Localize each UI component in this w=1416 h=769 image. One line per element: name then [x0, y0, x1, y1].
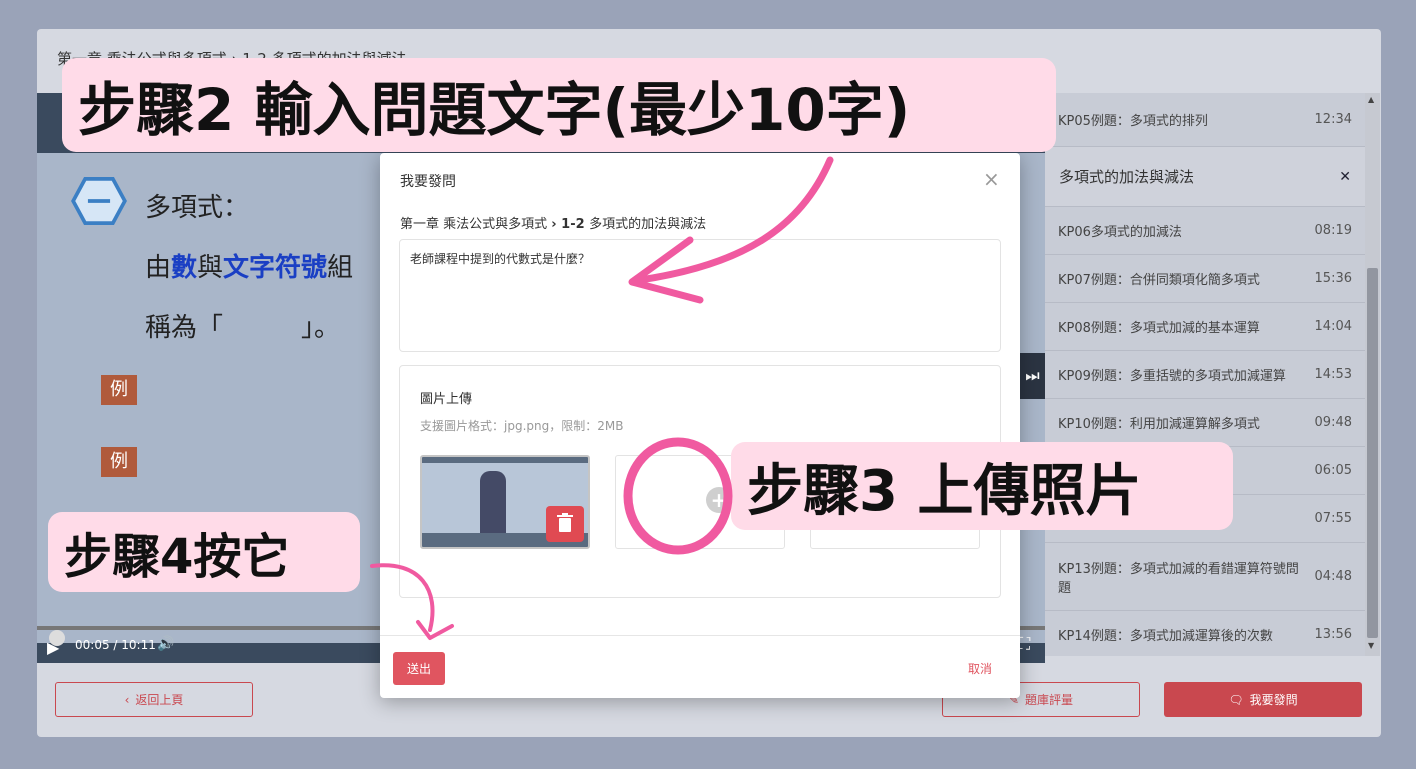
delete-image-button[interactable] [546, 506, 584, 542]
list-item-title: KP13例題：多項式加減的看錯運算符號問題 [1058, 561, 1299, 596]
list-item-duration: 07:55 [1314, 511, 1352, 526]
list-item-title: KP06多項式的加減法 [1058, 225, 1182, 240]
close-icon[interactable]: ✕ [1339, 169, 1351, 185]
section-title: 多項式的加法與減法 [1059, 168, 1195, 186]
upload-title: 圖片上傳 [420, 392, 473, 407]
annotation-step-4: 步驟4按它 [48, 512, 360, 592]
list-item-duration: 14:04 [1314, 319, 1352, 334]
list-item[interactable]: KP05例題：多項式的排列 12:34 [1045, 93, 1365, 147]
annotation-step-3: 步驟3 上傳照片 [731, 442, 1233, 530]
fullscreen-icon[interactable]: ⛶ [1019, 634, 1030, 654]
list-item[interactable]: KP14例題：多項式加減運算後的次數 13:56 [1045, 611, 1365, 656]
submit-button[interactable]: 送出 [393, 652, 445, 685]
list-item-title: KP08例題：多項式加減的基本運算 [1058, 321, 1260, 336]
next-video-icon[interactable]: ⏭ [1020, 353, 1045, 399]
list-item-title: KP09例題：多重括號的多項式加減運算 [1058, 369, 1286, 384]
hexagon-icon [71, 177, 127, 225]
list-item[interactable]: KP09例題：多重括號的多項式加減運算 14:53 [1045, 351, 1365, 399]
chevron-left-icon: ‹ [124, 692, 130, 707]
list-item[interactable]: KP06多項式的加減法 08:19 [1045, 207, 1365, 255]
list-item-duration: 13:56 [1314, 627, 1352, 642]
ask-question-button[interactable]: 🗨 我要發問 [1164, 682, 1362, 717]
close-icon[interactable]: × [983, 167, 1000, 191]
add-image-icon[interactable]: + [706, 487, 732, 513]
list-item-title: KP10例題：利用加減運算解多項式 [1058, 417, 1260, 432]
list-item-duration: 04:48 [1314, 569, 1352, 584]
list-item[interactable]: KP13例題：多項式加減的看錯運算符號問題 04:48 [1045, 543, 1365, 611]
list-item[interactable]: KP10例題：利用加減運算解多項式 09:48 [1045, 399, 1365, 447]
list-item-duration: 08:19 [1314, 223, 1352, 238]
modal-footer-divider [380, 635, 1020, 636]
playlist: KP05例題：多項式的排列 12:34 多項式的加法與減法 ✕ KP06多項式的… [1045, 93, 1365, 656]
scroll-down-icon[interactable]: ▼ [1368, 641, 1374, 650]
question-board-icon: 🗨 [1228, 692, 1244, 707]
example-badge: 例 [101, 447, 137, 477]
trash-icon [557, 513, 573, 532]
question-textarea[interactable]: 老師課程中提到的代數式是什麼？ [399, 239, 1001, 352]
ask-question-modal: 我要發問 × 第一章 乘法公式與多項式 › 1-2 多項式的加法與減法 老師課程… [380, 153, 1020, 698]
list-item-duration: 06:05 [1314, 463, 1352, 478]
uploaded-image-thumbnail[interactable] [420, 455, 590, 549]
time-display: 00:05 / 10:11 [75, 638, 156, 652]
list-item-title: KP07例題：合併同類項化簡多項式 [1058, 273, 1260, 288]
modal-breadcrumb: 第一章 乘法公式與多項式 › 1-2 多項式的加法與減法 [400, 217, 707, 232]
annotation-step-2: 步驟2 輸入問題文字(最少10字) [62, 58, 1056, 152]
list-item-duration: 15:36 [1314, 271, 1352, 286]
slide-line-3: 稱為「 」。 [145, 313, 341, 343]
slide-line-1: 多項式： [145, 193, 250, 223]
list-item-duration: 09:48 [1314, 415, 1352, 430]
scrollbar-thumb[interactable] [1367, 268, 1378, 638]
example-badge: 例 [101, 375, 137, 405]
list-item[interactable]: KP07例題：合併同類項化簡多項式 15:36 [1045, 255, 1365, 303]
list-item[interactable]: KP08例題：多項式加減的基本運算 14:04 [1045, 303, 1365, 351]
list-item-title: KP14例題：多項式加減運算後的次數 [1058, 629, 1273, 644]
upload-hint: 支援圖片格式：jpg.png，限制：2MB [420, 419, 624, 433]
slide-line-2: 由數與文字符號組 [145, 253, 354, 283]
teacher-figure [480, 471, 506, 533]
scroll-up-icon[interactable]: ▲ [1368, 95, 1374, 104]
list-item-title: KP05例題：多項式的排列 [1058, 114, 1208, 129]
list-item-duration: 14:53 [1314, 367, 1352, 382]
playlist-scrollbar[interactable]: ▲ ▼ [1365, 93, 1380, 656]
back-button[interactable]: ‹ 返回上頁 [55, 682, 253, 717]
volume-icon[interactable]: 🔊 [157, 636, 174, 652]
play-icon[interactable]: ▶ [47, 638, 59, 657]
cancel-button[interactable]: 取消 [968, 660, 992, 677]
playlist-section-header[interactable]: 多項式的加法與減法 ✕ [1045, 147, 1365, 207]
list-item-duration: 12:34 [1314, 112, 1352, 127]
modal-title: 我要發問 [400, 174, 456, 190]
